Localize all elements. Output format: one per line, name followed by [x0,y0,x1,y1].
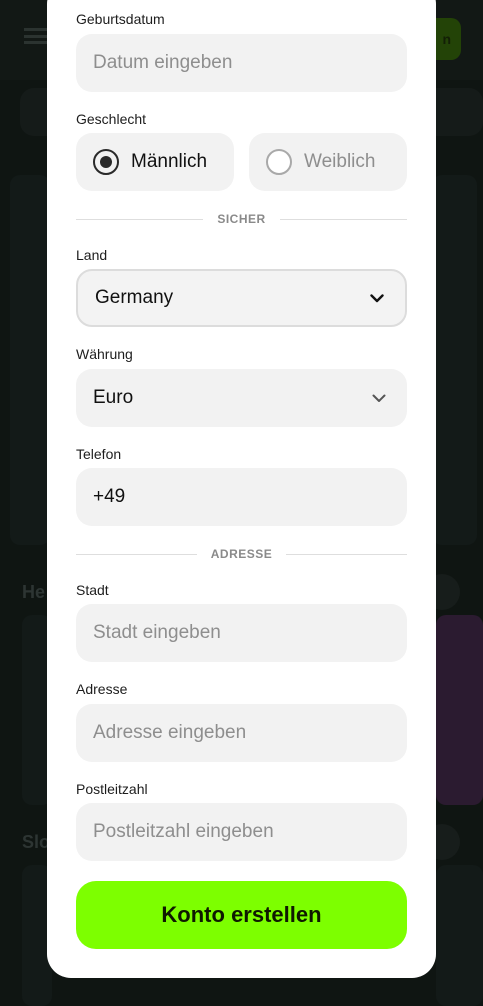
gender-option-male[interactable]: Männlich [76,133,234,191]
phone-value: +49 [93,486,126,507]
registration-modal: Geburtsdatum Datum eingeben Geschlecht M… [47,0,436,978]
divider-line [279,218,407,220]
section-title: ADRESSE [210,547,273,561]
create-account-button[interactable]: Konto erstellen [76,881,407,949]
chevron-down-icon [371,390,387,406]
currency-label: Währung [76,346,133,362]
address-placeholder: Adresse eingeben [93,722,247,743]
postal-placeholder: Postleitzahl eingeben [93,821,274,842]
birthdate-label: Geburtsdatum [76,11,165,27]
divider-line [286,553,408,555]
gender-radio-group: Männlich Weiblich [76,133,407,191]
country-label: Land [76,247,108,263]
gender-option-female[interactable]: Weiblich [249,133,407,191]
gender-option-label: Weiblich [304,151,376,172]
divider-line [76,218,204,220]
section-divider-secure: SICHER [76,211,407,227]
birthdate-placeholder: Datum eingeben [93,52,233,73]
phone-input[interactable]: +49 [76,468,407,526]
divider-line [76,553,197,555]
postal-input[interactable]: Postleitzahl eingeben [76,803,407,861]
gender-option-label: Männlich [131,151,208,172]
country-value: Germany [95,287,174,308]
currency-value: Euro [93,387,134,408]
radio-selected-icon [93,149,119,175]
phone-label: Telefon [76,446,122,462]
country-select[interactable]: Germany [76,269,407,327]
section-divider-address: ADRESSE [76,546,408,562]
city-input[interactable]: Stadt eingeben [76,604,407,662]
address-input[interactable]: Adresse eingeben [76,704,407,762]
chevron-down-icon [369,290,385,306]
city-label: Stadt [76,582,109,598]
section-title: SICHER [217,212,266,226]
radio-unselected-icon [266,149,292,175]
address-label: Adresse [76,681,128,697]
birthdate-input[interactable]: Datum eingeben [76,34,407,92]
city-placeholder: Stadt eingeben [93,622,221,643]
currency-select[interactable]: Euro [76,369,407,427]
postal-label: Postleitzahl [76,781,148,797]
gender-label: Geschlecht [76,111,147,127]
